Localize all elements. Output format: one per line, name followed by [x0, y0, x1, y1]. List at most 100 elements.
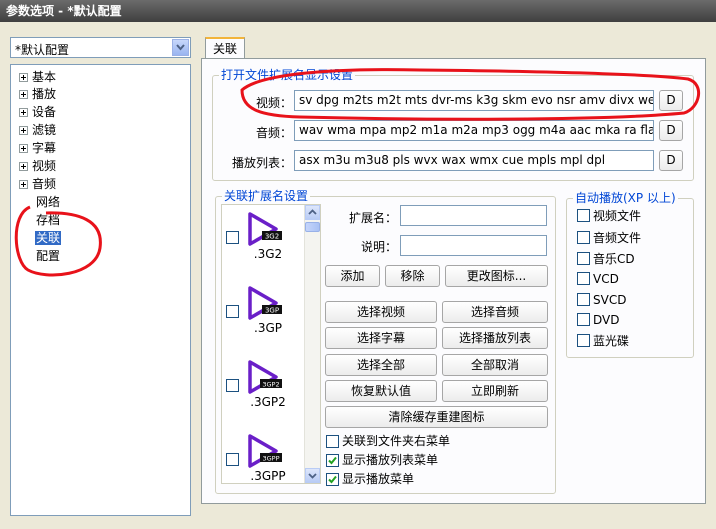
- assoc-group-title: 关联扩展名设置: [222, 189, 311, 203]
- expand-icon[interactable]: [19, 73, 28, 82]
- autoplay-musiccd-checkbox[interactable]: [577, 252, 590, 265]
- expand-icon[interactable]: [19, 144, 28, 153]
- remove-button[interactable]: 移除: [385, 265, 440, 287]
- settings-tree: 基本 播放 设备 滤镜 字幕 视频 音频 网络 存档 关联 配置: [10, 64, 191, 516]
- tree-item-audio[interactable]: 音频: [19, 176, 56, 193]
- select-all-button[interactable]: 选择全部: [325, 354, 437, 376]
- video-default-button[interactable]: D: [659, 90, 683, 111]
- select-playlist-button[interactable]: 选择播放列表: [442, 327, 548, 349]
- ext-name: .3G2: [253, 247, 283, 261]
- ext-checkbox[interactable]: [226, 453, 239, 466]
- play-file-icon: 3GP2: [248, 360, 282, 394]
- folder-context-menu-checkbox[interactable]: [326, 435, 339, 448]
- deselect-all-button[interactable]: 全部取消: [442, 354, 548, 376]
- ext-name: .3GP: [254, 321, 282, 335]
- ext-name-label: 扩展名：: [348, 211, 397, 225]
- tree-item-subtitle[interactable]: 字幕: [19, 140, 56, 157]
- list-item[interactable]: 3GPP .3GPP: [222, 431, 306, 483]
- video-ext-input[interactable]: sv dpg m2ts m2t mts dvr-ms k3g skm evo n…: [294, 90, 654, 111]
- expand-icon[interactable]: [19, 108, 28, 117]
- autoplay-bluray-label: 蓝光碟: [593, 334, 630, 348]
- autoplay-video-label: 视频文件: [593, 209, 642, 223]
- ext-list[interactable]: 3G2 .3G2 3GP .3GP 3GP2 .3GP2 3GPP .3GPP: [221, 204, 321, 484]
- association-page: 打开文件扩展名显示设置 视频： sv dpg m2ts m2t mts dvr-…: [201, 58, 706, 504]
- autoplay-musiccd-label: 音乐CD: [593, 252, 635, 266]
- autoplay-video-checkbox[interactable]: [577, 209, 590, 222]
- playlist-default-button[interactable]: D: [659, 150, 683, 171]
- tree-item-playback[interactable]: 播放: [19, 86, 56, 103]
- tree-item-filter[interactable]: 滤镜: [19, 122, 56, 139]
- expand-icon[interactable]: [19, 126, 28, 135]
- video-ext-label: 视频：: [255, 96, 292, 110]
- add-button[interactable]: 添加: [325, 265, 380, 287]
- autoplay-svcd-checkbox[interactable]: [577, 293, 590, 306]
- ext-checkbox[interactable]: [226, 231, 239, 244]
- show-playlist-menu-checkbox[interactable]: [326, 454, 339, 467]
- audio-ext-label: 音频：: [255, 126, 292, 140]
- ext-checkbox[interactable]: [226, 379, 239, 392]
- autoplay-group-title: 自动播放(XP 以上): [573, 191, 678, 205]
- play-file-icon: 3GPP: [248, 434, 282, 468]
- ext-badge: 3GP: [265, 307, 279, 315]
- show-play-menu-checkbox[interactable]: [326, 473, 339, 486]
- change-icon-button[interactable]: 更改图标...: [445, 265, 548, 287]
- ext-badge: 3G2: [265, 233, 279, 241]
- ext-display-group-title: 打开文件扩展名显示设置: [219, 68, 356, 82]
- tree-item-config[interactable]: 配置: [36, 248, 60, 265]
- clear-cache-button[interactable]: 清除缓存重建图标: [325, 406, 548, 428]
- desc-label: 说明：: [360, 240, 397, 254]
- list-item[interactable]: 3G2 .3G2: [222, 209, 306, 279]
- tree-item-archive[interactable]: 存档: [36, 212, 60, 229]
- select-video-button[interactable]: 选择视频: [325, 301, 437, 323]
- tree-item-basic[interactable]: 基本: [19, 69, 56, 86]
- list-item[interactable]: 3GP2 .3GP2: [222, 357, 306, 427]
- ext-name: .3GP2: [250, 395, 286, 409]
- playlist-ext-input[interactable]: asx m3u m3u8 pls wvx wax wmx cue mpls mp…: [294, 150, 654, 171]
- audio-ext-input[interactable]: wav wma mpa mp2 m1a m2a mp3 ogg m4a aac …: [294, 120, 654, 141]
- profile-dropdown-value: *默认配置: [15, 43, 70, 57]
- refresh-now-button[interactable]: 立即刷新: [442, 380, 548, 402]
- profile-dropdown[interactable]: *默认配置: [10, 37, 191, 58]
- expand-icon[interactable]: [19, 180, 28, 189]
- ext-badge: 3GP2: [262, 381, 279, 389]
- tree-item-video[interactable]: 视频: [19, 158, 56, 175]
- scroll-up-icon[interactable]: [305, 205, 320, 220]
- check-icon: [328, 475, 337, 484]
- ext-checkbox[interactable]: [226, 305, 239, 318]
- show-play-menu-label: 显示播放菜单: [342, 472, 415, 486]
- select-audio-button[interactable]: 选择音频: [442, 301, 548, 323]
- playlist-ext-label: 播放列表：: [231, 156, 292, 170]
- tree-item-device[interactable]: 设备: [19, 104, 56, 121]
- autoplay-vcd-checkbox[interactable]: [577, 272, 590, 285]
- autoplay-bluray-checkbox[interactable]: [577, 334, 590, 347]
- restore-default-button[interactable]: 恢复默认值: [325, 380, 437, 402]
- expand-icon[interactable]: [19, 162, 28, 171]
- scroll-down-icon[interactable]: [305, 468, 320, 483]
- scroll-thumb[interactable]: [305, 222, 320, 232]
- list-item[interactable]: 3GP .3GP: [222, 283, 306, 353]
- window-title: 参数选项 - *默认配置: [0, 0, 716, 22]
- expand-icon[interactable]: [19, 90, 28, 99]
- autoplay-vcd-label: VCD: [593, 272, 619, 286]
- autoplay-dvd-label: DVD: [593, 313, 620, 327]
- play-file-icon: 3G2: [248, 212, 282, 246]
- tab-association[interactable]: 关联: [205, 37, 245, 59]
- autoplay-audio-checkbox[interactable]: [577, 231, 590, 244]
- select-subtitle-button[interactable]: 选择字幕: [325, 327, 437, 349]
- check-icon: [328, 456, 337, 465]
- desc-input[interactable]: [400, 235, 547, 256]
- ext-name-input[interactable]: [400, 205, 547, 226]
- folder-context-menu-label: 关联到文件夹右菜单: [342, 434, 451, 448]
- tree-item-association[interactable]: 关联: [35, 230, 62, 247]
- autoplay-audio-label: 音频文件: [593, 231, 642, 245]
- autoplay-dvd-checkbox[interactable]: [577, 313, 590, 326]
- audio-default-button[interactable]: D: [659, 120, 683, 141]
- chevron-down-icon[interactable]: [172, 39, 189, 56]
- autoplay-svcd-label: SVCD: [593, 293, 627, 307]
- show-playlist-menu-label: 显示播放列表菜单: [342, 453, 439, 467]
- tree-item-network[interactable]: 网络: [36, 194, 60, 211]
- play-file-icon: 3GP: [248, 286, 282, 320]
- ext-name: .3GPP: [250, 469, 286, 483]
- ext-list-scrollbar[interactable]: [304, 205, 320, 483]
- ext-badge: 3GPP: [262, 455, 279, 463]
